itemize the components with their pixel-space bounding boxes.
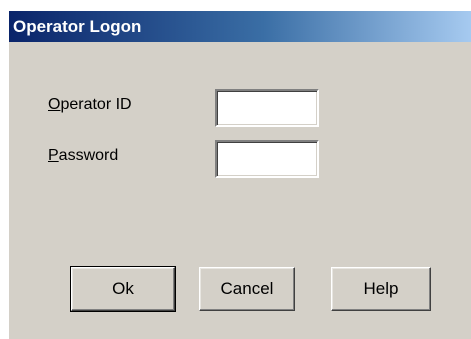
help-button[interactable]: Help [331,267,431,311]
operator-id-label-mnemonic: O [48,96,61,113]
dialog-title: Operator Logon [13,17,142,36]
operator-id-field[interactable] [215,89,319,127]
password-label-text: assword [58,147,119,164]
password-label-mnemonic: P [48,147,59,164]
operator-id-label: Operator ID [48,96,132,114]
ok-button[interactable]: Ok [70,266,176,312]
password-field[interactable] [215,140,319,178]
operator-logon-dialog: Operator Logon Operator ID Password Ok C… [8,10,471,339]
password-label: Password [48,147,118,165]
operator-id-label-text: perator ID [60,96,132,113]
dialog-title-bar[interactable]: Operator Logon [9,11,471,42]
cancel-button[interactable]: Cancel [199,267,295,311]
